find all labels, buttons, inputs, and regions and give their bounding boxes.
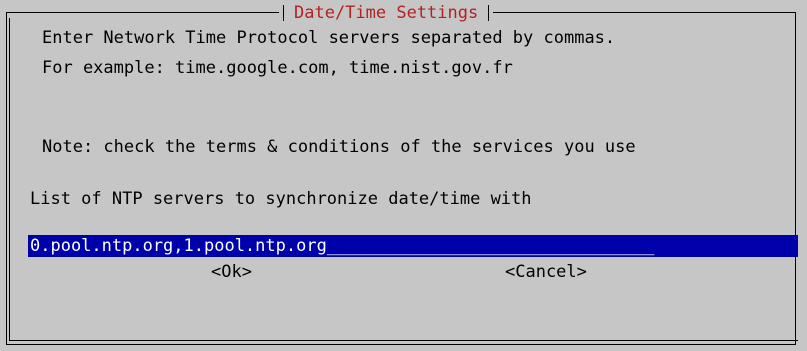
dialog-shadow-bottom bbox=[9, 340, 798, 341]
input-fill: ________________________________ bbox=[326, 236, 655, 256]
description-line-1: Enter Network Time Protocol servers sepa… bbox=[42, 28, 616, 48]
ntp-servers-value: 0.pool.ntp.org,1.pool.ntp.org bbox=[30, 236, 327, 256]
ntp-dialog: Date/Time Settings Enter Network Time Pr… bbox=[0, 0, 807, 351]
title-right-tee bbox=[488, 5, 490, 21]
description-line-2: For example: time.google.com, time.nist.… bbox=[42, 58, 513, 78]
ok-button[interactable]: <Ok> bbox=[211, 261, 252, 283]
dialog-shadow-left bbox=[9, 18, 10, 340]
cancel-button[interactable]: <Cancel> bbox=[505, 261, 587, 283]
dialog-title-wrap: Date/Time Settings bbox=[279, 2, 494, 24]
dialog-title: Date/Time Settings bbox=[294, 3, 479, 23]
note-text: Note: check the terms & conditions of th… bbox=[42, 137, 636, 157]
ntp-servers-input[interactable]: 0.pool.ntp.org,1.pool.ntp.org___________… bbox=[28, 235, 798, 257]
input-prompt: List of NTP servers to synchronize date/… bbox=[30, 189, 532, 209]
